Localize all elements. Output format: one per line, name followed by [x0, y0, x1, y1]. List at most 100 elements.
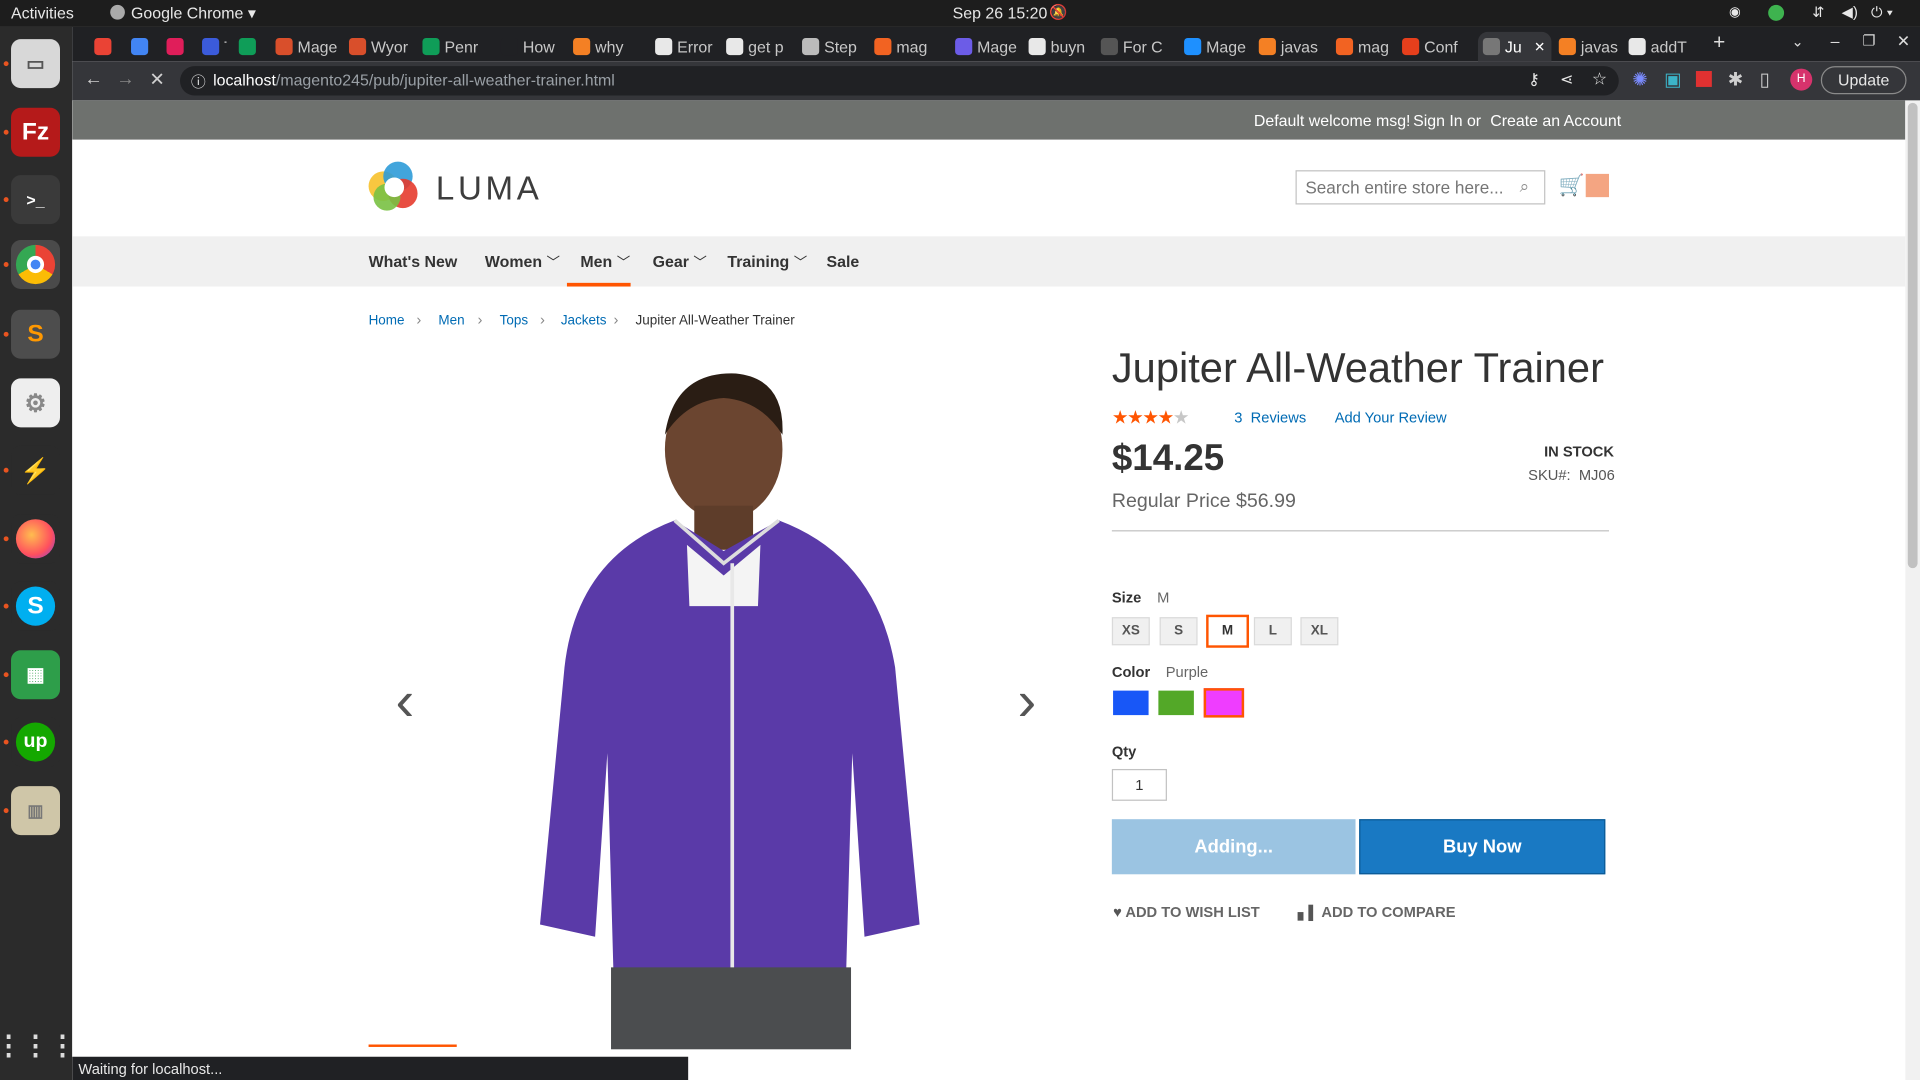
- browser-tab[interactable]: [162, 32, 191, 61]
- terminal-icon[interactable]: >_: [11, 175, 61, 225]
- extension-icon[interactable]: ✺: [1632, 69, 1647, 91]
- skype-icon[interactable]: S: [11, 581, 61, 631]
- size-option-m[interactable]: M: [1206, 614, 1249, 648]
- scrollbar-thumb[interactable]: [1907, 102, 1918, 569]
- share-icon[interactable]: ⋖: [1560, 70, 1573, 90]
- luma-logo-icon[interactable]: [368, 161, 420, 213]
- sublime-text-icon[interactable]: S: [11, 309, 61, 359]
- gallery-prev-arrow-icon[interactable]: ‹: [396, 667, 415, 733]
- size-option-l[interactable]: L: [1253, 617, 1292, 646]
- power-icon[interactable]: ⏻ ▾: [1871, 4, 1893, 22]
- browser-tab[interactable]: Mage: [950, 32, 1016, 61]
- size-option-xs[interactable]: XS: [1111, 617, 1150, 646]
- breadcrumb-men[interactable]: Men: [438, 313, 464, 328]
- size-option-xl[interactable]: XL: [1300, 617, 1339, 646]
- nav-gear[interactable]: Gear ﹀: [653, 252, 707, 272]
- browser-tab[interactable]: Mage: [1179, 32, 1248, 61]
- search-icon[interactable]: ⌕: [1520, 176, 1530, 197]
- browser-tab[interactable]: Mage: [271, 32, 337, 61]
- extensions-puzzle-icon[interactable]: ✱: [1728, 69, 1743, 91]
- add-review-link[interactable]: Add Your Review: [1335, 409, 1447, 426]
- breadcrumb-home[interactable]: Home: [369, 313, 405, 328]
- browser-tab[interactable]: [126, 32, 155, 61]
- remote-desktop-icon[interactable]: ⚡: [11, 445, 61, 495]
- tray-check-icon[interactable]: [1768, 4, 1785, 21]
- search-input[interactable]: [1296, 171, 1515, 204]
- files-icon[interactable]: ▭: [11, 39, 61, 89]
- breadcrumb-tops[interactable]: Tops: [500, 313, 528, 328]
- show-apps-icon[interactable]: ⋮⋮⋮: [0, 1021, 76, 1070]
- browser-tab[interactable]: [89, 32, 118, 61]
- browser-tab[interactable]: javas: [1254, 32, 1323, 61]
- buy-now-button[interactable]: Buy Now: [1359, 819, 1606, 875]
- extension-icon-3[interactable]: [1695, 71, 1712, 87]
- color-swatch-green[interactable]: [1158, 690, 1194, 716]
- back-icon[interactable]: ←: [84, 69, 102, 90]
- update-button[interactable]: Update: [1820, 66, 1907, 95]
- new-tab-icon[interactable]: +: [1713, 31, 1725, 55]
- browser-tab[interactable]: How: [496, 32, 562, 61]
- nav-women[interactable]: Women ﹀: [485, 252, 560, 272]
- browser-tab[interactable]: javas: [1554, 32, 1618, 61]
- spreadsheet-icon[interactable]: ▦: [11, 650, 61, 700]
- browser-tab[interactable]: Wyor: [344, 32, 410, 61]
- browser-tab[interactable]: Step: [797, 32, 863, 61]
- qty-input[interactable]: [1111, 768, 1167, 801]
- thumbnail-active[interactable]: [368, 1044, 457, 1049]
- browser-tab[interactable]: TL: [197, 32, 227, 61]
- profile-avatar[interactable]: H: [1790, 68, 1813, 91]
- browser-tab[interactable]: buyn: [1024, 32, 1090, 61]
- close-window-icon[interactable]: ✕: [1897, 32, 1910, 52]
- bookmark-star-icon[interactable]: ☆: [1592, 69, 1607, 90]
- sign-in-link[interactable]: Sign In: [1413, 111, 1463, 129]
- nav-sale[interactable]: Sale: [827, 252, 860, 270]
- clock[interactable]: Sep 26 15:20: [953, 4, 1048, 22]
- gallery-next-arrow-icon[interactable]: ›: [1018, 667, 1037, 733]
- add-to-compare-link[interactable]: ▖▌ ADD TO COMPARE: [1298, 904, 1456, 921]
- close-tab-icon[interactable]: ✕: [1534, 39, 1545, 55]
- add-to-wishlist-link[interactable]: ♥ ADD TO WISH LIST: [1113, 904, 1260, 921]
- reviews-link[interactable]: 3 Reviews: [1234, 409, 1306, 426]
- nav-training[interactable]: Training ﹀: [727, 252, 807, 272]
- size-option-s[interactable]: S: [1159, 617, 1198, 646]
- firefox-icon[interactable]: [11, 514, 61, 564]
- product-image[interactable]: [540, 361, 944, 1050]
- app-menu[interactable]: Google Chrome ▾: [110, 4, 256, 24]
- browser-tab[interactable]: get p: [721, 32, 790, 61]
- volume-icon[interactable]: ◀): [1842, 4, 1858, 21]
- logo-text[interactable]: LUMA: [436, 170, 543, 208]
- settings-icon[interactable]: ⚙: [11, 378, 61, 428]
- browser-tab[interactable]: Ju ✕: [1477, 31, 1552, 62]
- upwork-icon[interactable]: up: [11, 717, 61, 767]
- browser-tab[interactable]: addT: [1624, 32, 1700, 61]
- minimize-icon[interactable]: –: [1831, 32, 1840, 50]
- breadcrumb-jackets[interactable]: Jackets: [561, 313, 607, 328]
- color-swatch-blue[interactable]: [1113, 690, 1149, 716]
- forward-icon[interactable]: →: [116, 69, 134, 90]
- browser-tab[interactable]: why: [568, 32, 641, 61]
- password-key-icon[interactable]: ⚷: [1528, 70, 1540, 90]
- extension-icon-2[interactable]: ▣: [1664, 69, 1681, 91]
- minicart-extension-icon[interactable]: [1585, 173, 1609, 198]
- activities-button[interactable]: Activities: [11, 4, 74, 22]
- network-icon[interactable]: ⇵: [1812, 4, 1824, 21]
- tray-icon[interactable]: ◉: [1729, 4, 1741, 20]
- stop-loading-icon[interactable]: ✕: [149, 69, 164, 91]
- tab-search-icon[interactable]: ⌄: [1791, 33, 1803, 50]
- filezilla-icon[interactable]: Fz: [11, 107, 61, 157]
- archive-icon[interactable]: ▥: [11, 786, 61, 836]
- color-swatch-purple[interactable]: [1203, 688, 1245, 718]
- site-info-icon[interactable]: ⓘ: [191, 71, 206, 92]
- add-to-cart-button[interactable]: Adding...: [1111, 819, 1356, 875]
- maximize-icon[interactable]: ❐: [1862, 32, 1875, 49]
- address-bar[interactable]: ⓘ localhost/magento245/pub/jupiter-all-w…: [180, 66, 1619, 96]
- cart-icon[interactable]: 🛒: [1559, 174, 1585, 198]
- browser-tab[interactable]: mag: [869, 32, 942, 61]
- chrome-icon[interactable]: [11, 240, 61, 289]
- browser-tab[interactable]: Conf: [1397, 32, 1473, 61]
- browser-tab[interactable]: [234, 32, 263, 61]
- nav-men[interactable]: Men ﹀: [580, 252, 630, 272]
- create-account-link[interactable]: Create an Account: [1490, 111, 1621, 129]
- browser-tab[interactable]: mag: [1331, 32, 1392, 61]
- browser-tab[interactable]: Penr: [418, 32, 489, 61]
